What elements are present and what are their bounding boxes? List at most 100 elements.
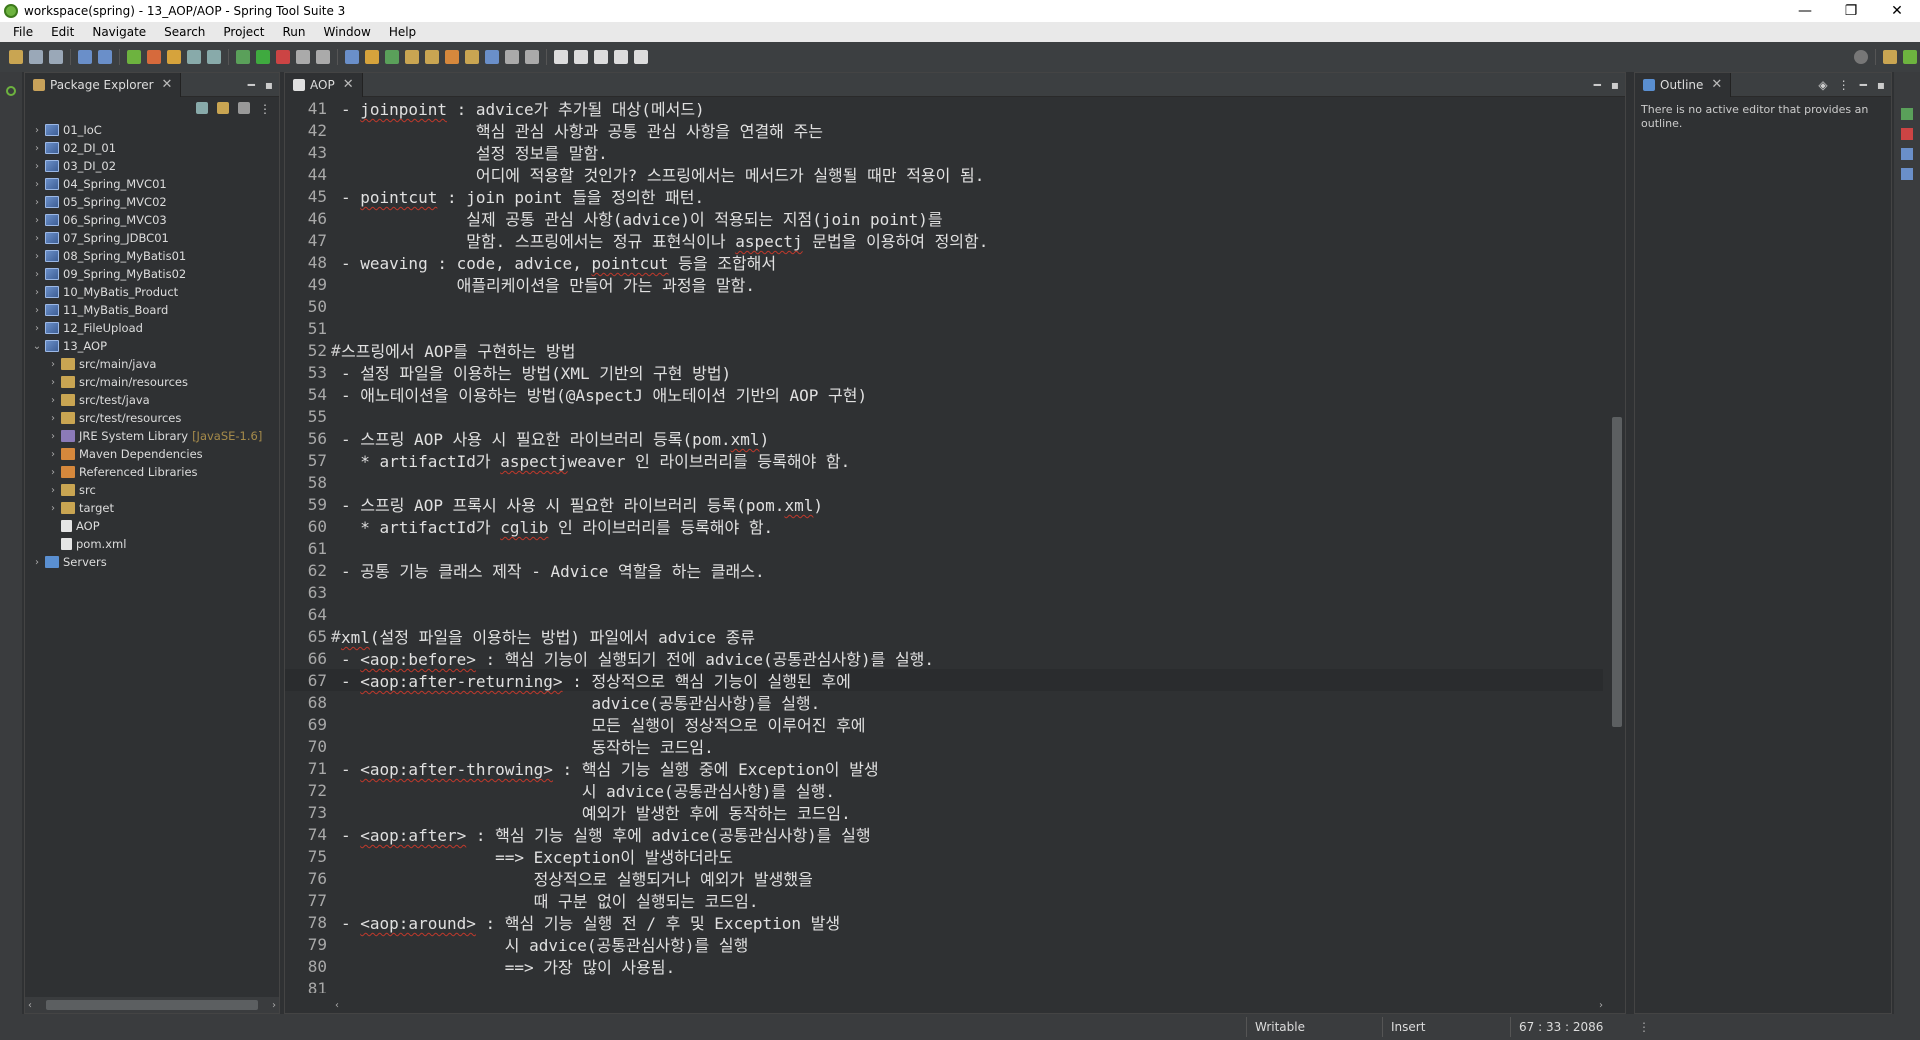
prev-annotation-icon[interactable] <box>525 50 539 64</box>
show-whitespace-icon[interactable] <box>207 50 221 64</box>
focus-icon[interactable] <box>238 102 250 114</box>
menu-navigate[interactable]: Navigate <box>83 25 155 39</box>
code-line[interactable]: 52 # 스프링에서 AOP를 구현하는 방법 <box>285 339 1603 362</box>
scrollbar-thumb[interactable] <box>1612 417 1622 727</box>
code-line[interactable]: 76 정상적으로 실행되거나 예외가 발생했을 <box>285 867 1603 890</box>
code-line[interactable]: 43 설정 정보를 말함. <box>285 141 1603 164</box>
save-icon[interactable] <box>29 50 43 64</box>
brush-icon[interactable] <box>445 50 459 64</box>
tree-item[interactable]: ⌄ 13_AOP <box>25 337 279 355</box>
new-java-project-icon[interactable] <box>345 50 359 64</box>
console-icon[interactable] <box>1901 148 1913 160</box>
menu-file[interactable]: File <box>4 25 42 39</box>
next-annotation-icon[interactable] <box>505 50 519 64</box>
progress-icon[interactable] <box>1901 168 1913 180</box>
toggle-mark-icon[interactable] <box>187 50 201 64</box>
code-line[interactable]: 61 <box>285 537 1603 559</box>
code-line[interactable]: 72 시 advice(공통관심사항)를 실행. <box>285 779 1603 802</box>
code-line[interactable]: 67 - <aop:after-returning> : 정상적으로 핵심 기능이… <box>285 669 1603 691</box>
spring-boot-icon[interactable] <box>127 50 141 64</box>
chevron-right-icon[interactable]: › <box>31 233 43 244</box>
chevron-right-icon[interactable]: › <box>31 287 43 298</box>
horizontal-scrollbar[interactable]: ‹ › <box>335 997 1603 1013</box>
open-resource-icon[interactable] <box>425 50 439 64</box>
status-menu-icon[interactable]: ⋮ <box>1630 1020 1650 1034</box>
back-arrow-icon[interactable] <box>594 50 608 64</box>
code-line[interactable]: 42 핵심 관심 사항과 공통 관심 사항을 연결해 주는 <box>285 119 1603 142</box>
view-menu-icon[interactable]: ⋮ <box>259 102 271 116</box>
spring-boot-dashboard-icon[interactable] <box>6 86 16 96</box>
code-line[interactable]: 41 - joinpoint : advice가 추가될 대상(메서드) <box>285 97 1603 120</box>
minimize-view-icon[interactable]: ━ <box>248 78 255 92</box>
scroll-right-icon[interactable]: › <box>272 1000 279 1011</box>
code-line[interactable]: 45 - pointcut : join point 들을 정의한 패턴. <box>285 185 1603 208</box>
new-icon[interactable] <box>9 50 23 64</box>
tree-item[interactable]: › JRE System Library [JavaSE-1.6] <box>25 427 279 445</box>
code-line[interactable]: 77 때 구분 없이 실행되는 코드임. <box>285 889 1603 912</box>
save-all-icon[interactable] <box>49 50 63 64</box>
code-line[interactable]: 59 - 스프링 AOP 프록시 사용 시 필요한 라이브러리 등록(pom.xm… <box>285 493 1603 516</box>
spring-perspective-icon[interactable] <box>1903 50 1917 64</box>
skip-breakpoints-icon[interactable] <box>98 50 112 64</box>
code-line[interactable]: 68 advice(공통관심사항)를 실행. <box>285 691 1603 714</box>
pin-editor-icon[interactable] <box>634 50 648 64</box>
focus-icon[interactable]: ◈ <box>1818 78 1827 92</box>
open-perspective-icon[interactable] <box>1883 50 1897 64</box>
new-class-icon[interactable] <box>385 50 399 64</box>
new-package-icon[interactable] <box>365 50 379 64</box>
run-external-tools-icon[interactable] <box>276 50 290 64</box>
chevron-right-icon[interactable]: › <box>31 197 43 208</box>
tasks-icon[interactable] <box>1901 108 1913 120</box>
chevron-right-icon[interactable]: › <box>47 449 59 460</box>
folder-icon[interactable] <box>465 50 479 64</box>
code-line[interactable]: 64 <box>285 603 1603 625</box>
tree-item[interactable]: › 01_IoC <box>25 121 279 139</box>
tab-aop[interactable]: AOP ✕ <box>285 72 363 97</box>
tree-item[interactable]: › 05_Spring_MVC02 <box>25 193 279 211</box>
code-line[interactable]: 54 - 애노테이션을 이용하는 방법(@AspectJ 애노테이션 기반의 AO… <box>285 383 1603 406</box>
chevron-right-icon[interactable]: › <box>31 323 43 334</box>
maximize-button[interactable]: ❐ <box>1828 0 1874 22</box>
code-line[interactable]: 73 예외가 발생한 후에 동작하는 코드임. <box>285 801 1603 824</box>
code-line[interactable]: 55 <box>285 405 1603 427</box>
collapse-all-icon[interactable] <box>196 102 208 114</box>
code-line[interactable]: 70 동작하는 코드임. <box>285 735 1603 758</box>
minimize-button[interactable]: — <box>1782 0 1828 22</box>
code-line[interactable]: 57 * artifactId가 aspectjweaver 인 라이브러리를 … <box>285 449 1603 472</box>
code-line[interactable]: 65 # xml(설정 파일을 이용하는 방법) 파일에서 advice 종류 <box>285 625 1603 648</box>
problems-icon[interactable] <box>1901 128 1913 140</box>
search-icon[interactable] <box>1854 50 1868 64</box>
code-line[interactable]: 46 실제 공통 관심 사항(advice)이 적용되는 지점(join poi… <box>285 207 1603 230</box>
menu-search[interactable]: Search <box>155 25 214 39</box>
menu-help[interactable]: Help <box>380 25 425 39</box>
code-line[interactable]: 66 - <aop:before> : 핵심 기능이 실행되기 전에 advice… <box>285 647 1603 670</box>
scrollbar-thumb[interactable] <box>46 1000 258 1010</box>
code-line[interactable]: 49 애플리케이션을 만들어 가는 과정을 말함. <box>285 273 1603 296</box>
code-line[interactable]: 53 - 설정 파일을 이용하는 방법(XML 기반의 구현 방법) <box>285 361 1603 384</box>
chevron-right-icon[interactable]: › <box>47 467 59 478</box>
menu-run[interactable]: Run <box>273 25 314 39</box>
terminal-icon[interactable] <box>78 50 92 64</box>
chevron-down-icon[interactable]: ⌄ <box>31 341 43 352</box>
chevron-right-icon[interactable]: › <box>31 179 43 190</box>
tree-item[interactable]: › 07_Spring_JDBC01 <box>25 229 279 247</box>
minimize-view-icon[interactable]: ━ <box>1860 78 1867 92</box>
tab-outline[interactable]: Outline ✕ <box>1635 72 1732 97</box>
chevron-right-icon[interactable]: › <box>47 359 59 370</box>
tab-package-explorer[interactable]: Package Explorer ✕ <box>25 72 182 97</box>
menu-window[interactable]: Window <box>314 25 379 39</box>
code-line[interactable]: 80 ==> 가장 많이 사용됨. <box>285 955 1603 978</box>
code-line[interactable]: 75 ==> Exception이 발생하더라도 <box>285 845 1603 868</box>
stop-icon[interactable] <box>296 50 310 64</box>
tree-item[interactable]: › src/main/java <box>25 355 279 373</box>
chevron-right-icon[interactable]: › <box>31 161 43 172</box>
maximize-view-icon[interactable]: ▪ <box>1611 78 1619 92</box>
scroll-left-icon[interactable]: ‹ <box>25 1000 32 1011</box>
build-icon[interactable] <box>316 50 330 64</box>
chevron-right-icon[interactable]: › <box>31 143 43 154</box>
chevron-right-icon[interactable]: › <box>31 305 43 316</box>
code-line[interactable]: 51 <box>285 317 1603 339</box>
tree-item[interactable]: pom.xml <box>25 535 279 553</box>
tree-item[interactable]: › Servers <box>25 553 279 571</box>
chevron-right-icon[interactable]: › <box>31 251 43 262</box>
